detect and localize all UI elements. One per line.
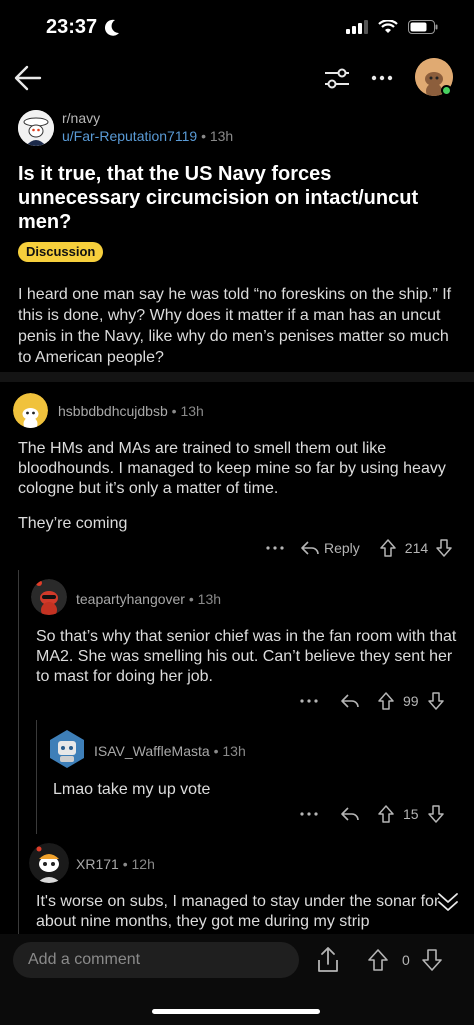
upvote-icon [378, 692, 394, 710]
downvote-button[interactable] [427, 805, 444, 823]
reply-button[interactable] [340, 693, 360, 709]
comment-score: 99 [403, 693, 419, 709]
subreddit-avatar[interactable] [18, 110, 54, 146]
reply-button[interactable]: Reply [300, 540, 360, 556]
comment-actions: 99 [300, 691, 444, 711]
collapse-chevron-icon [438, 893, 458, 911]
comment-avatar[interactable] [31, 579, 67, 615]
comment-score: 214 [404, 540, 429, 556]
comment-time: 13h [222, 743, 246, 759]
comment-meta: teapartyhangover • 13h [76, 591, 221, 607]
reply-arrow-icon [301, 541, 319, 555]
post-meta: u/Far-Reputation7119 • 13h [62, 128, 233, 144]
comment-body-clip: It's worse on subs, I managed to stay un… [36, 892, 456, 932]
comment-body: It's worse on subs, I managed to stay un… [36, 893, 440, 930]
moon-icon [104, 19, 119, 36]
post-score: 0 [402, 952, 410, 968]
comment-body: The HMs and MAs are trained to smell the… [18, 440, 446, 497]
upvote-button[interactable] [378, 805, 394, 823]
downvote-button[interactable] [421, 949, 442, 971]
bottom-bar: Add a comment 0 [0, 934, 474, 1025]
online-status-dot [441, 85, 452, 96]
status-time: 23:37 [46, 16, 98, 38]
comment-meta: XR171 • 12h [76, 856, 155, 872]
meta-separator: • [122, 856, 128, 872]
more-options-button[interactable] [368, 64, 396, 92]
home-indicator [152, 1009, 320, 1014]
section-divider [0, 372, 474, 382]
reply-arrow-icon [341, 694, 359, 708]
thread-line[interactable] [36, 720, 37, 834]
post-body: I heard one man say he was told “no fore… [18, 286, 452, 366]
add-comment-input[interactable]: Add a comment [13, 942, 299, 978]
snoo-avatar-icon [50, 730, 84, 768]
comment-actions: Reply 214 [266, 538, 452, 558]
filter-button[interactable] [322, 64, 352, 92]
comment-actions: 15 [300, 804, 444, 824]
comment-avatar[interactable] [47, 729, 87, 769]
meta-separator: • [188, 591, 194, 607]
snoo-avatar-icon [31, 579, 67, 615]
filter-icon [325, 68, 349, 89]
post-time: 13h [209, 128, 234, 144]
collapse-button[interactable] [436, 890, 460, 914]
meta-separator: • [171, 403, 177, 419]
reply-button[interactable] [340, 806, 360, 822]
downvote-icon [436, 539, 452, 557]
comment-meta: hsbbdbdhcujdbsb • 13h [58, 403, 204, 419]
post-author[interactable]: u/Far-Reputation7119 [62, 128, 197, 144]
comment-time: 13h [197, 591, 222, 607]
reply-label: Reply [324, 540, 360, 556]
upvote-button[interactable] [368, 949, 388, 971]
comment-body: So that’s why that senior chief was in t… [36, 628, 457, 685]
post-vote-actions: 0 [368, 948, 442, 972]
thread-line[interactable] [18, 570, 19, 934]
status-bar: 23:37 [0, 0, 474, 56]
signal-icon [346, 20, 368, 34]
post-flair[interactable]: Discussion [18, 242, 104, 262]
downvote-button[interactable] [427, 692, 444, 710]
more-icon[interactable] [266, 546, 284, 550]
more-icon [371, 75, 393, 81]
upvote-button[interactable] [378, 692, 394, 710]
post-title: Is it true, that the US Navy forces unne… [18, 163, 419, 233]
sailor-icon [18, 110, 54, 146]
snoo-avatar-icon [29, 843, 69, 883]
wifi-icon [378, 20, 398, 33]
comment-time: 12h [131, 856, 155, 872]
downvote-icon [421, 949, 442, 971]
downvote-icon [427, 805, 444, 823]
comment-avatar[interactable] [13, 393, 48, 428]
downvote-icon [427, 692, 444, 710]
share-button[interactable] [316, 946, 340, 974]
subreddit-name[interactable]: r/navy [62, 110, 100, 126]
comment-author[interactable]: ISAV_WaffleMasta [94, 743, 210, 759]
share-icon [318, 947, 338, 972]
comment-author[interactable]: hsbbdbdhcujdbsb [58, 403, 168, 419]
upvote-icon [368, 949, 388, 971]
comment-body: Lmao take my up vote [53, 781, 211, 798]
upvote-button[interactable] [380, 539, 396, 557]
comment-meta: ISAV_WaffleMasta • 13h [94, 743, 246, 759]
comment-author[interactable]: teapartyhangover [76, 591, 185, 607]
back-button[interactable] [12, 62, 44, 94]
comment-author[interactable]: XR171 [76, 856, 119, 872]
upvote-icon [380, 539, 396, 557]
more-icon[interactable] [300, 699, 318, 703]
snoo-avatar-icon [13, 393, 48, 428]
meta-separator: • [201, 128, 206, 144]
downvote-button[interactable] [436, 539, 452, 557]
battery-icon [408, 20, 438, 34]
more-icon[interactable] [300, 812, 318, 816]
back-arrow-icon [14, 65, 42, 91]
nav-bar [0, 56, 474, 100]
meta-separator: • [213, 743, 219, 759]
reply-arrow-icon [341, 807, 359, 821]
comment-score: 15 [403, 806, 419, 822]
comment-body: They’re coming [18, 515, 128, 532]
status-icons [346, 20, 438, 34]
upvote-icon [378, 805, 394, 823]
comment-time: 13h [180, 403, 204, 419]
comment-avatar[interactable] [29, 843, 69, 883]
